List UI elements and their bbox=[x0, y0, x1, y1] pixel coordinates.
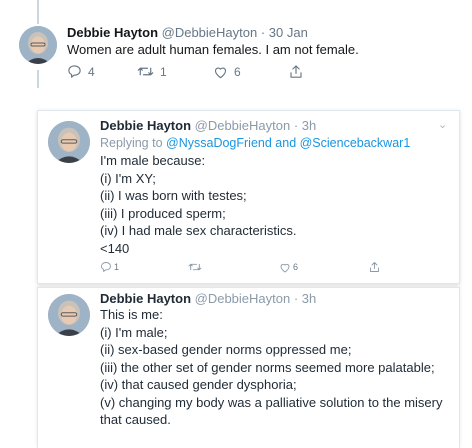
like-button[interactable]: 6 bbox=[213, 65, 289, 79]
share-icon bbox=[370, 262, 379, 272]
thread-line-bottom bbox=[37, 70, 39, 88]
share-button[interactable] bbox=[289, 64, 303, 79]
tweet-line: (iii) I produced sperm; bbox=[100, 205, 226, 221]
tweet-line: <140 bbox=[100, 240, 130, 256]
thread-line-top bbox=[37, 0, 39, 24]
avatar-image bbox=[19, 26, 57, 64]
retweet-button[interactable] bbox=[188, 261, 279, 273]
tweet-text: Women are adult human females. I am not … bbox=[67, 42, 359, 57]
tweet-text: I'm male because: (i) I'm XY; (ii) I was… bbox=[100, 152, 297, 257]
avatar[interactable] bbox=[48, 294, 90, 336]
tweet-line: (i) I'm male; bbox=[100, 324, 168, 340]
tweet-header: Debbie Hayton @DebbieHayton · 3h bbox=[100, 291, 316, 306]
like-count: 6 bbox=[234, 64, 241, 79]
author-name[interactable]: Debbie Hayton bbox=[100, 291, 191, 306]
avatar[interactable] bbox=[48, 121, 90, 163]
share-button[interactable] bbox=[369, 261, 380, 273]
reply-icon bbox=[68, 65, 81, 78]
reply-count: 4 bbox=[88, 64, 95, 79]
tweet-line: (iv) that caused gender dysphoria; bbox=[100, 377, 297, 392]
author-name[interactable]: Debbie Hayton bbox=[67, 25, 158, 40]
tweet-header: Debbie Hayton @DebbieHayton · 3h bbox=[100, 118, 316, 133]
tweet-line: (v) changing my body was a palliative so… bbox=[100, 394, 443, 410]
tweet-line: (iv) I had male sex characteristics. bbox=[100, 223, 297, 238]
reply-icon bbox=[101, 262, 111, 272]
tweet-actions: 4 1 6 bbox=[67, 64, 303, 79]
reply-count: 1 bbox=[114, 262, 120, 272]
tweet-card-followup[interactable]: Debbie Hayton @DebbieHayton · 3h This is… bbox=[37, 287, 460, 448]
avatar-image bbox=[48, 294, 90, 336]
like-button[interactable]: 6 bbox=[279, 262, 369, 273]
avatar-image bbox=[48, 121, 90, 163]
retweet-count: 1 bbox=[160, 64, 167, 79]
handle-and-time[interactable]: @DebbieHayton · 3h bbox=[195, 118, 317, 133]
heart-icon bbox=[280, 263, 290, 272]
share-icon bbox=[290, 65, 302, 78]
avatar[interactable] bbox=[19, 26, 57, 64]
tweet-actions: 1 6 bbox=[100, 261, 380, 273]
replying-prefix: Replying to bbox=[100, 136, 163, 150]
retweet-icon bbox=[188, 263, 202, 271]
author-name[interactable]: Debbie Hayton bbox=[100, 118, 191, 133]
retweet-button[interactable]: 1 bbox=[137, 64, 213, 79]
replying-to: Replying to @NyssaDogFriend and @Science… bbox=[100, 136, 410, 150]
tweet-line: that caused. bbox=[100, 412, 171, 427]
tweet-card-reply[interactable]: Debbie Hayton @DebbieHayton · 3h ⌄ Reply… bbox=[37, 110, 460, 284]
reply-button[interactable]: 1 bbox=[100, 261, 188, 273]
handle-and-time[interactable]: @DebbieHayton · 3h bbox=[195, 291, 317, 306]
handle-and-time[interactable]: @DebbieHayton · 30 Jan bbox=[162, 25, 308, 40]
retweet-icon bbox=[137, 67, 154, 76]
reply-button[interactable]: 4 bbox=[67, 64, 137, 79]
chevron-down-icon[interactable]: ⌄ bbox=[438, 118, 447, 131]
heart-icon bbox=[214, 67, 227, 78]
tweet-line: (ii) sex-based gender norms oppressed me… bbox=[100, 342, 352, 357]
tweet-line: (i) I'm XY; bbox=[100, 170, 156, 186]
replying-to-users[interactable]: @NyssaDogFriend and @Sciencebackwar1 bbox=[166, 136, 410, 150]
tweet-line: I'm male because: bbox=[100, 153, 206, 168]
tweet-text: This is me: (i) I'm male; (ii) sex-based… bbox=[100, 306, 443, 429]
tweet-line: This is me: bbox=[100, 307, 163, 322]
like-count: 6 bbox=[293, 262, 299, 272]
tweet-header: Debbie Hayton @DebbieHayton · 30 Jan bbox=[67, 25, 308, 40]
tweet-line: (ii) I was born with testes; bbox=[100, 188, 247, 203]
tweet-line: (iii) the other set of gender norms seem… bbox=[100, 359, 435, 375]
